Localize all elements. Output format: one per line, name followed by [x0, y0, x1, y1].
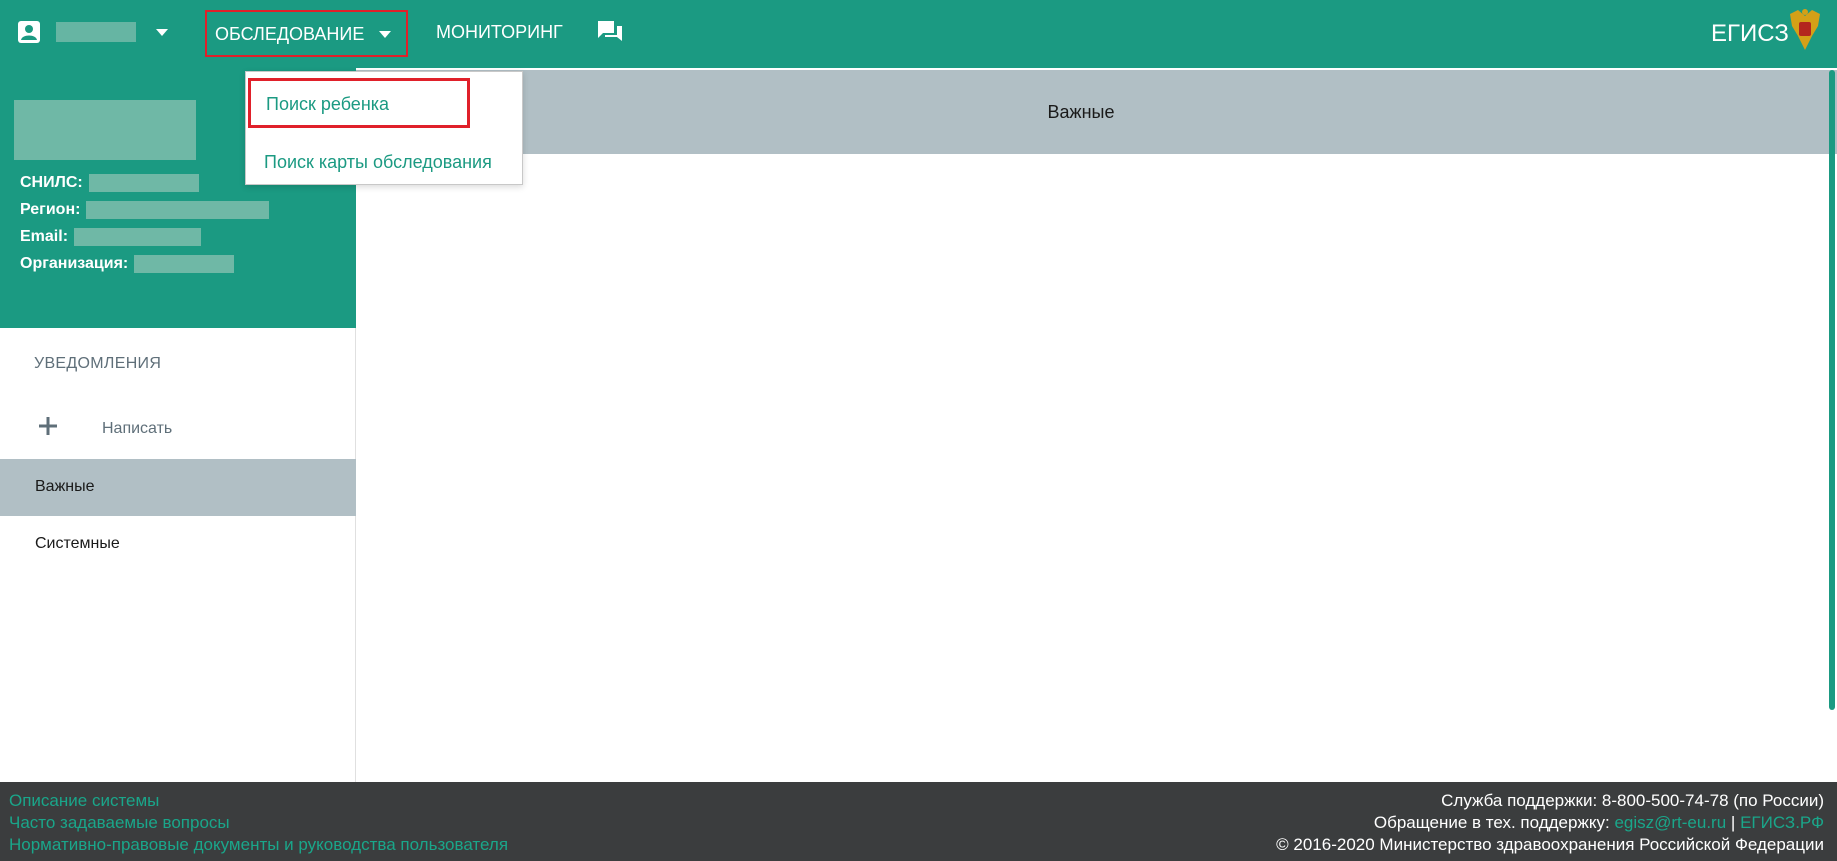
link-separator: | [1730, 813, 1736, 832]
menu-item-label: Поиск карты обследования [264, 152, 492, 172]
org-row: Организация: [20, 255, 235, 273]
snils-value-redacted [88, 174, 199, 192]
scrollbar[interactable] [1829, 70, 1835, 710]
menu-item-search-card[interactable]: Поиск карты обследования [246, 149, 524, 179]
menu-item-search-child[interactable]: Поиск ребенка [248, 78, 470, 128]
sidebar-item-important[interactable]: Важные [0, 459, 356, 516]
menu-monitoring[interactable]: МОНИТОРИНГ [436, 22, 563, 43]
org-label: Организация: [20, 255, 129, 273]
notifications-heading: УВЕДОМЛЕНИЯ [34, 355, 162, 372]
notifications-sidebar: УВЕДОМЛЕНИЯ Написать Важные Системные [0, 328, 356, 783]
email-value-redacted [74, 228, 202, 246]
avatar [14, 100, 196, 160]
write-button[interactable]: Написать [0, 410, 356, 446]
snils-row: СНИЛС: [20, 174, 199, 192]
footer: Описание системы Часто задаваемые вопрос… [0, 782, 1837, 861]
menu-survey[interactable]: ОБСЛЕДОВАНИЕ [205, 10, 408, 57]
email-row: Email: [20, 228, 202, 246]
region-row: Регион: [20, 201, 270, 219]
sidebar-item-label: Системные [35, 535, 120, 552]
region-value-redacted [86, 201, 270, 219]
user-name-redacted[interactable] [56, 22, 136, 42]
footer-link-docs[interactable]: Нормативно-правовые документы и руководс… [9, 835, 508, 855]
chevron-down-icon[interactable] [156, 29, 168, 36]
plus-icon [39, 417, 57, 435]
brand-title: ЕГИСЗ [1711, 20, 1789, 47]
org-value-redacted [134, 255, 235, 273]
snils-label: СНИЛС: [20, 174, 83, 192]
top-navbar: ОБСЛЕДОВАНИЕ МОНИТОРИНГ ЕГИСЗ [0, 0, 1837, 68]
email-label: Email: [20, 228, 69, 246]
copyright: © 2016-2020 Министерство здравоохранения… [1276, 835, 1824, 854]
emblem-icon [1790, 9, 1820, 50]
support-phone: Служба поддержки: 8-800-500-74-78 (по Ро… [1441, 791, 1824, 810]
content-area [356, 154, 1837, 782]
sidebar-item-system[interactable]: Системные [0, 516, 356, 573]
tech-support-email-link[interactable]: egisz@rt-eu.ru [1614, 813, 1726, 832]
write-label: Написать [102, 420, 173, 437]
chevron-down-icon [379, 31, 391, 38]
tech-support-prefix: Обращение в тех. поддержку: [1373, 813, 1610, 832]
chat-icon[interactable] [596, 19, 624, 45]
page-title: Важные [1047, 102, 1115, 122]
footer-link-description[interactable]: Описание системы [9, 791, 159, 811]
tech-support-line: Обращение в тех. поддержку: egisz@rt-eu.… [1374, 813, 1824, 833]
region-label: Регион: [20, 201, 81, 219]
survey-dropdown-menu: Поиск ребенка Поиск карты обследования [245, 71, 523, 185]
footer-link-faq[interactable]: Часто задаваемые вопросы [9, 813, 230, 833]
site-link[interactable]: ЕГИСЗ.РФ [1740, 813, 1824, 832]
menu-survey-label: ОБСЛЕДОВАНИЕ [215, 24, 365, 44]
sidebar-item-label: Важные [35, 478, 95, 495]
menu-item-label: Поиск ребенка [266, 94, 390, 114]
content-header: Важные [356, 70, 1837, 154]
user-icon[interactable] [17, 20, 41, 44]
